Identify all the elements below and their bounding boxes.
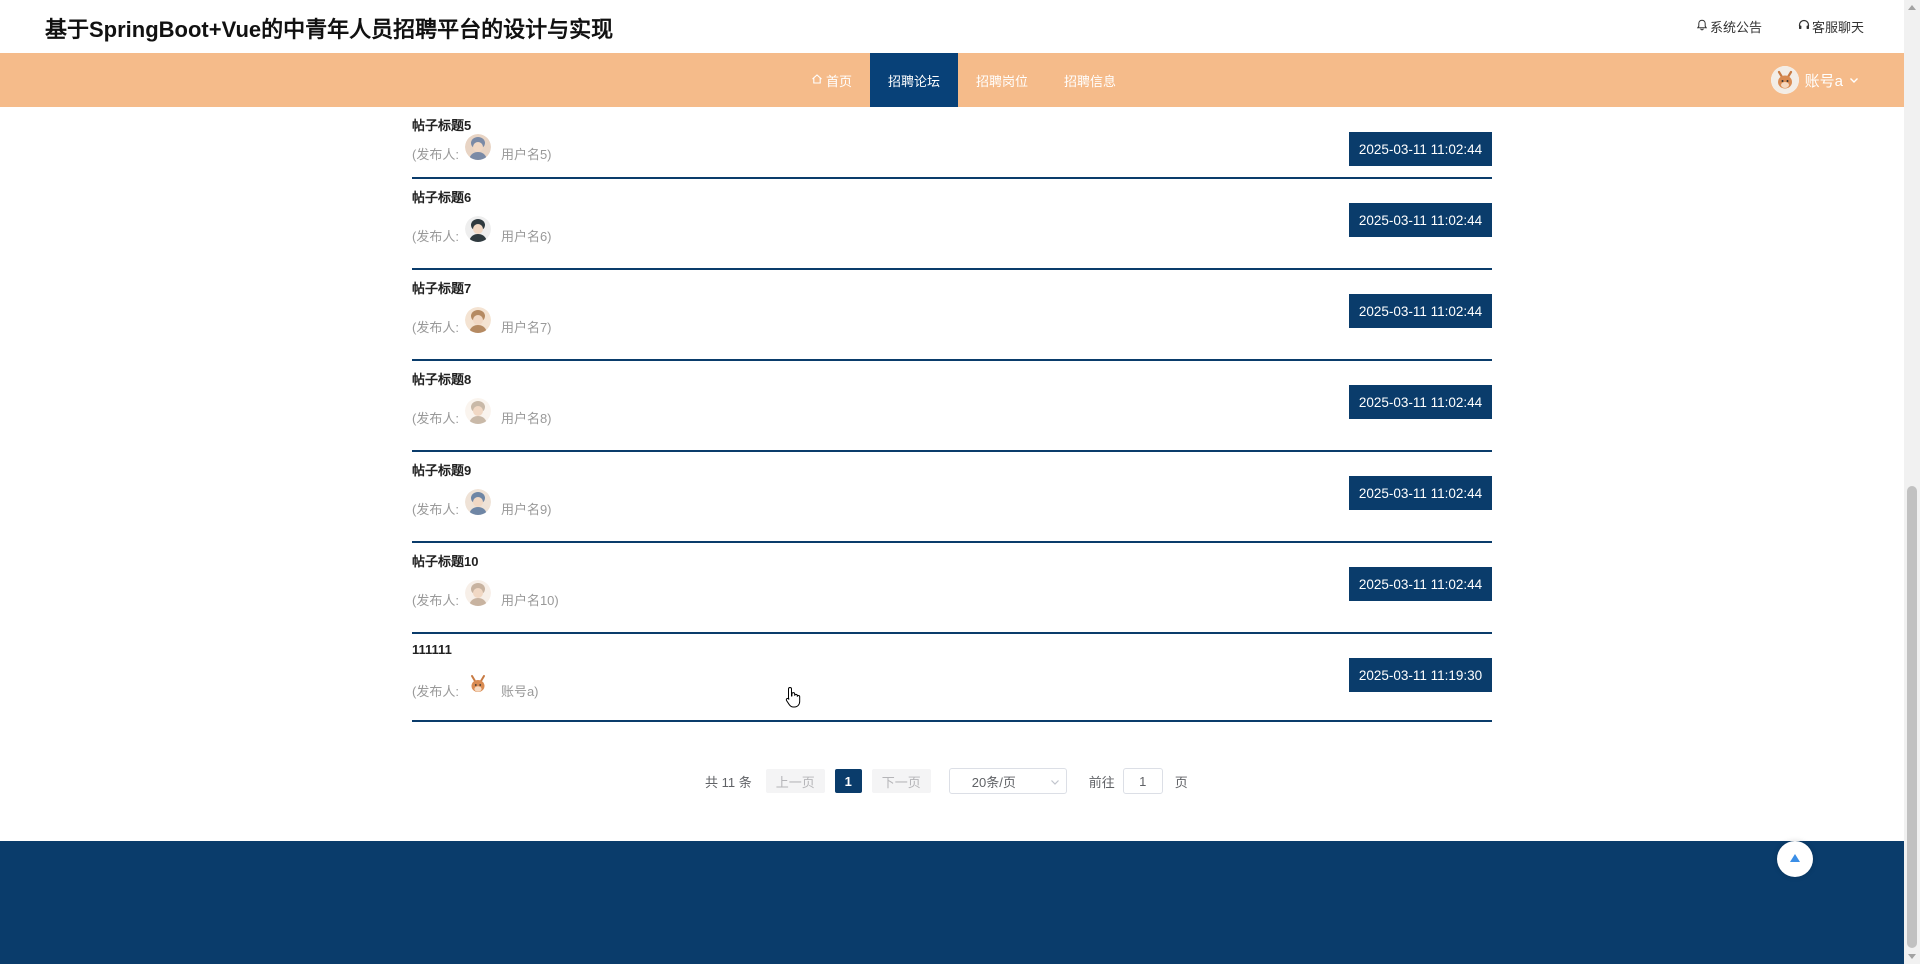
list-item[interactable]: 帖子标题8 (发布人: 用户名8) 2025-03-11 11:02:44 (412, 361, 1492, 452)
publisher-name: 用户名10) (500, 593, 559, 608)
publisher-prefix: (发布人: (412, 684, 459, 699)
page-scrollbar[interactable] (1904, 0, 1920, 964)
nav-item-home-label: 首页 (826, 73, 853, 89)
post-publisher: (发布人: 用户名5) (412, 133, 552, 163)
goto-label: 前往 (1088, 774, 1115, 790)
post-time-badge: 2025-03-11 11:02:44 (1349, 132, 1492, 166)
nav-item-home[interactable]: 首页 (793, 53, 870, 107)
publisher-prefix: (发布人: (412, 411, 459, 426)
list-item[interactable]: 帖子标题9 (发布人: 用户名9) 2025-03-11 11:02:44 (412, 452, 1492, 543)
nav-item-forum[interactable]: 招聘论坛 (870, 53, 959, 107)
home-icon (811, 73, 823, 88)
scroll-up-icon[interactable] (1908, 5, 1916, 10)
hand-cursor-icon (785, 686, 801, 708)
user-avatar (464, 397, 491, 424)
nav-items: 首页 招聘论坛 招聘岗位 招聘信息 (793, 53, 1134, 107)
next-page-button[interactable]: 下一页 (871, 769, 931, 793)
site-title: 基于SpringBoot+Vue的中青年人员招聘平台的设计与实现 (45, 17, 614, 42)
post-time-badge: 2025-03-11 11:02:44 (1349, 385, 1492, 419)
user-avatar (464, 133, 491, 160)
post-time-badge: 2025-03-11 11:02:44 (1349, 294, 1492, 328)
nav-item-recruit-info[interactable]: 招聘信息 (1046, 53, 1134, 107)
account-menu[interactable]: 账号a (1770, 66, 1859, 94)
top-header: 基于SpringBoot+Vue的中青年人员招聘平台的设计与实现 系统公告 客服… (0, 0, 1904, 53)
list-item[interactable]: 帖子标题5 (发布人: 用户名5) 2025-03-11 11:02:44 (412, 107, 1492, 179)
publisher-prefix: (发布人: (412, 147, 459, 162)
back-to-top-button[interactable] (1777, 841, 1813, 877)
list-item[interactable]: 帖子标题7 (发布人: 用户名7) 2025-03-11 11:02:44 (412, 270, 1492, 361)
nav-item-positions-label: 招聘岗位 (976, 73, 1029, 89)
publisher-prefix: (发布人: (412, 502, 459, 517)
page-unit-label: 页 (1174, 774, 1188, 790)
customer-chat-label: 客服聊天 (1811, 20, 1864, 35)
publisher-name: 用户名7) (500, 320, 552, 335)
footer (0, 841, 1904, 964)
page-number-current[interactable]: 1 (834, 769, 862, 793)
publisher-name: 用户名9) (500, 502, 552, 517)
goto-page-input[interactable] (1122, 768, 1163, 794)
publisher-prefix: (发布人: (412, 593, 459, 608)
nav-item-positions[interactable]: 招聘岗位 (958, 53, 1046, 107)
scroll-down-icon[interactable] (1908, 954, 1916, 959)
post-title[interactable]: 111111 (412, 642, 452, 657)
post-time-badge: 2025-03-11 11:19:30 (1349, 658, 1492, 692)
publisher-name: 用户名8) (500, 411, 552, 426)
publisher-name: 用户名5) (500, 147, 552, 162)
bell-icon (1696, 19, 1708, 34)
user-avatar (464, 579, 491, 606)
list-item[interactable]: 帖子标题10 (发布人: 用户名10) 2025-03-11 11:02:44 (412, 543, 1492, 634)
post-title[interactable]: 帖子标题7 (412, 278, 471, 297)
post-time-badge: 2025-03-11 11:02:44 (1349, 476, 1492, 510)
top-links: 系统公告 客服聊天 (1696, 17, 1864, 36)
headset-icon (1798, 19, 1810, 34)
nav-item-recruit-info-label: 招聘信息 (1064, 73, 1117, 89)
customer-chat-link[interactable]: 客服聊天 (1798, 17, 1864, 36)
post-time-badge: 2025-03-11 11:02:44 (1349, 567, 1492, 601)
user-avatar (464, 215, 491, 242)
scroll-thumb[interactable] (1907, 486, 1917, 948)
publisher-prefix: (发布人: (412, 320, 459, 335)
list-item[interactable]: 帖子标题6 (发布人: 用户名6) 2025-03-11 11:02:44 (412, 179, 1492, 270)
post-publisher: (发布人: 用户名9) (412, 488, 552, 518)
post-title[interactable]: 帖子标题10 (412, 551, 478, 570)
account-name: 账号a (1804, 72, 1843, 90)
main-nav: 首页 招聘论坛 招聘岗位 招聘信息 账号a (0, 53, 1904, 107)
list-item[interactable]: 111111 (发布人: 账号a) 2025-03-11 11:19:30 (412, 634, 1492, 722)
post-title[interactable]: 帖子标题6 (412, 187, 471, 206)
post-time-badge: 2025-03-11 11:02:44 (1349, 203, 1492, 237)
post-publisher: (发布人: 用户名7) (412, 306, 552, 336)
avatar (1770, 66, 1799, 94)
publisher-prefix: (发布人: (412, 229, 459, 244)
publisher-name: 用户名6) (500, 229, 552, 244)
post-publisher: (发布人: 用户名8) (412, 397, 552, 427)
post-publisher: (发布人: 用户名6) (412, 215, 552, 245)
post-title[interactable]: 帖子标题9 (412, 460, 471, 479)
post-title[interactable]: 帖子标题8 (412, 369, 471, 388)
user-avatar (464, 306, 491, 333)
post-list: 帖子标题5 (发布人: 用户名5) 2025-03-11 11:02:44 帖子… (412, 107, 1492, 722)
announcement-label: 系统公告 (1709, 20, 1762, 35)
page-size-select[interactable]: 20条/页 (948, 768, 1067, 794)
post-publisher: (发布人: 用户名10) (412, 579, 559, 609)
post-publisher: (发布人: 账号a) (412, 670, 539, 700)
nav-item-forum-label: 招聘论坛 (888, 73, 941, 89)
caret-up-icon (1789, 850, 1801, 868)
post-title[interactable]: 帖子标题5 (412, 115, 471, 134)
chevron-down-icon (1849, 72, 1859, 89)
page-size-value: 20条/页 (971, 774, 1016, 790)
user-avatar (464, 488, 491, 515)
publisher-name: 账号a) (500, 684, 539, 699)
pagination-total: 共 11 条 (705, 774, 752, 790)
announcement-link[interactable]: 系统公告 (1696, 17, 1762, 36)
prev-page-button[interactable]: 上一页 (765, 769, 825, 793)
pagination: 共 11 条 上一页 1 下一页 20条/页 前往 页 (705, 768, 1188, 794)
user-avatar (464, 670, 491, 697)
